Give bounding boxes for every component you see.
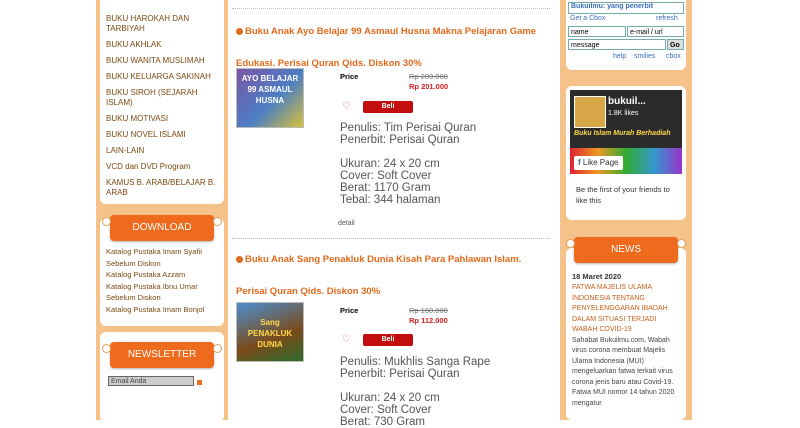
cover-caption: Buku Islam Murah Berhadiah bbox=[574, 130, 671, 137]
spec-line: Penerbit: Perisai Quran bbox=[340, 134, 460, 146]
fb-likes-count: 1.8K likes bbox=[608, 110, 639, 117]
category-link[interactable]: BUKU NOVEL ISLAMI bbox=[100, 130, 224, 140]
news-headline-link[interactable]: FATWA MAJELIS ULAMA INDONESIA Tentang PE… bbox=[572, 283, 680, 336]
spec-line: Penerbit: Perisai Quran bbox=[340, 368, 460, 380]
cbox-link[interactable]: cbox bbox=[666, 53, 681, 60]
refresh-link[interactable]: refresh bbox=[656, 15, 678, 22]
spec-line: Cover: Soft Cover bbox=[340, 404, 432, 416]
facebook-cover[interactable]: bukuil... 1.8K likes Buku Islam Murah Be… bbox=[570, 90, 682, 174]
buy-button[interactable]: Beli bbox=[363, 334, 413, 346]
price-label: Price bbox=[340, 72, 359, 81]
product-title-link[interactable]: Buku Anak Sang Penakluk Dunia Kisah Para… bbox=[236, 244, 546, 308]
spec-line: Tebal: 344 halaman bbox=[340, 194, 441, 206]
cover-title: Sang PENAKLUK DUNIA bbox=[247, 318, 293, 349]
product-title[interactable]: Buku Anak Sang Penakluk Dunia Kisah Para… bbox=[236, 254, 521, 297]
message-input[interactable]: message bbox=[568, 39, 666, 50]
buy-button[interactable]: Beli bbox=[363, 101, 413, 113]
price-label: Price bbox=[340, 306, 359, 315]
newsletter-heading: NEWSLETTER bbox=[102, 342, 222, 368]
product-specs: Penulis: Mukhlis Sanga Rape Penerbit: Pe… bbox=[340, 356, 490, 428]
spec-line bbox=[340, 380, 490, 392]
download-link[interactable]: Katalog Pustaka Ibnu Umar Sebelum Diskon bbox=[100, 281, 224, 304]
category-link[interactable]: BUKU MOTIVASI bbox=[100, 114, 224, 124]
download-link[interactable]: Katalog Pustaka Imam Syafii Sebelum Disk… bbox=[100, 246, 224, 269]
newsletter-submit-button[interactable] bbox=[197, 380, 202, 385]
like-page-button[interactable]: f Like Page bbox=[574, 156, 623, 170]
bullet-icon bbox=[236, 256, 243, 263]
news-heading: NEWS bbox=[566, 237, 686, 263]
smilies-link[interactable]: smilies bbox=[634, 53, 655, 60]
category-list: BUKU HAROKAH DAN TARBIYAH BUKU AKHLAK BU… bbox=[100, 0, 224, 204]
page-avatar bbox=[574, 96, 606, 128]
facebook-icon: f bbox=[578, 158, 581, 167]
product-image[interactable]: Sang PENAKLUK DUNIA bbox=[236, 302, 304, 362]
get-cbox-link[interactable]: Get a Cbox bbox=[570, 15, 605, 22]
spec-line: Penulis: Mukhlis Sanga Rape bbox=[340, 356, 491, 368]
news-panel: 18 Maret 2020 FATWA MAJELIS ULAMA INDONE… bbox=[566, 248, 686, 420]
email-url-input[interactable]: e-mail / url bbox=[627, 26, 684, 37]
cover-title: AYO BELAJAR 99 ASMAUL HUSNA bbox=[241, 74, 299, 105]
category-link[interactable]: BUKU SIROH (SEJARAH ISLAM) bbox=[100, 88, 224, 108]
shoutbox-messages: Bukuilmu: yang penerbit bbox=[568, 2, 684, 14]
wishlist-heart-icon[interactable]: ♡ bbox=[342, 335, 352, 345]
bullet-icon bbox=[236, 28, 243, 35]
download-link[interactable]: Katalog Pustaka Azzam bbox=[100, 269, 224, 281]
divider bbox=[232, 238, 550, 239]
category-link[interactable]: BUKU WANITA MUSLIMAH bbox=[100, 56, 224, 66]
help-link[interactable]: help bbox=[613, 53, 626, 60]
spec-line: Cover: Soft Cover bbox=[340, 170, 432, 182]
spec-line: Berat: 1170 Gram bbox=[340, 182, 431, 194]
news-date: 18 Maret 2020 bbox=[572, 272, 622, 281]
fb-friends-text: Be the first of your friends to like thi… bbox=[576, 185, 670, 205]
category-link[interactable]: BUKU KELUARGA SAKINAH bbox=[100, 72, 224, 82]
category-link[interactable]: LAIN-LAIN bbox=[100, 146, 224, 156]
download-link[interactable]: Katalog Pustaka Imam Bonjol bbox=[100, 304, 224, 316]
go-button[interactable]: Go bbox=[667, 39, 684, 50]
category-link[interactable]: BUKU AKHLAK bbox=[100, 40, 224, 50]
newsletter-email-input[interactable]: Email Anda bbox=[108, 376, 194, 386]
spec-line bbox=[340, 146, 476, 158]
category-link[interactable]: VCD dan DVD Program bbox=[100, 162, 224, 172]
spec-line: Ukuran: 24 x 20 cm bbox=[340, 392, 440, 404]
shoutbox-message: Bukuilmu: yang penerbit bbox=[571, 3, 654, 10]
spec-line: Penulis: Tim Perisai Quran bbox=[340, 122, 477, 134]
product-image[interactable]: AYO BELAJAR 99 ASMAUL HUSNA bbox=[236, 68, 304, 128]
wishlist-heart-icon[interactable]: ♡ bbox=[342, 102, 352, 112]
detail-link[interactable]: detail bbox=[338, 220, 355, 227]
shoutbox: Bukuilmu: yang penerbit Get a Cbox refre… bbox=[566, 0, 686, 70]
spec-line: Berat: 730 Gram bbox=[340, 416, 426, 428]
product-list: Buku Anak Ayo Belajar 99 Asmaul Husna Ma… bbox=[232, 0, 552, 428]
old-price: Rp 160.000 bbox=[409, 306, 448, 315]
news-body: Sahabat Bukuilmu.com, Wabah virus corona… bbox=[572, 336, 675, 407]
product-title[interactable]: Buku Anak Ayo Belajar 99 Asmaul Husna Ma… bbox=[236, 26, 536, 69]
facebook-widget: bukuil... 1.8K likes Buku Islam Murah Be… bbox=[566, 86, 686, 220]
spec-line: Ukuran: 24 x 20 cm bbox=[340, 158, 440, 170]
new-price: Rp 112.000 bbox=[409, 316, 448, 325]
category-link[interactable]: BUKU HAROKAH DAN TARBIYAH bbox=[100, 14, 224, 34]
like-page-label: Like Page bbox=[582, 158, 619, 167]
product-specs: Penulis: Tim Perisai Quran Penerbit: Per… bbox=[340, 122, 476, 206]
fb-page-name[interactable]: bukuil... bbox=[608, 96, 646, 107]
divider bbox=[232, 8, 550, 9]
new-price: Rp 201.000 bbox=[409, 82, 449, 91]
old-price: Rp 289.000 bbox=[409, 72, 448, 81]
category-link[interactable]: KAMUS B. ARAB/BELAJAR B. ARAB bbox=[100, 178, 224, 198]
name-input[interactable]: name bbox=[568, 26, 626, 37]
download-heading: DOWNLOAD bbox=[102, 215, 222, 241]
